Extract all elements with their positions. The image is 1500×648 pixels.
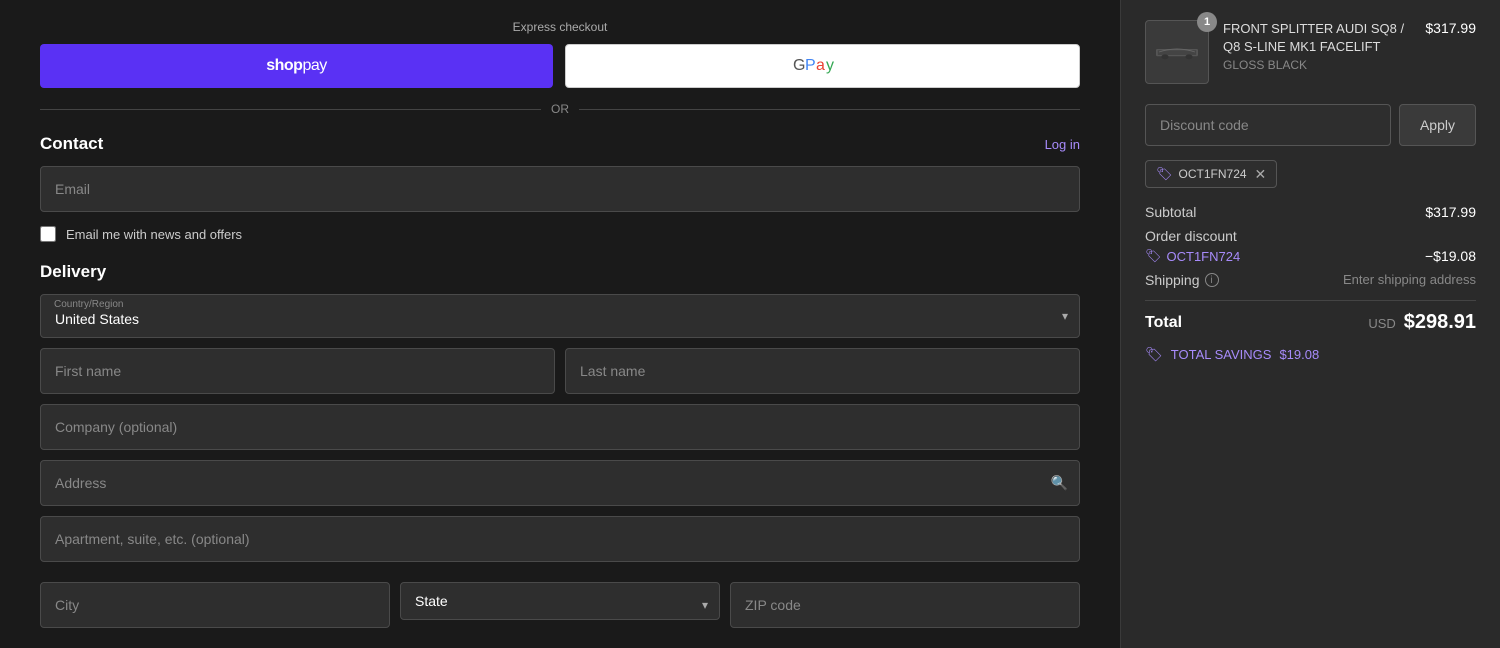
shoppay-logo: shoppay [266, 57, 327, 75]
product-price: $317.99 [1425, 20, 1476, 36]
name-row [40, 348, 1080, 394]
apartment-field[interactable] [40, 516, 1080, 562]
state-select-wrapper: State California New York Texas Florida … [400, 582, 720, 628]
newsletter-label: Email me with news and offers [66, 227, 242, 242]
product-info: FRONT SPLITTER AUDI SQ8 / Q8 S-LINE MK1 … [1223, 20, 1411, 72]
svg-text:P: P [805, 57, 816, 74]
product-row: 1 FRONT SPLITTER AUDI SQ8 / Q8 S-LINE MK… [1145, 20, 1476, 84]
svg-text:y: y [826, 57, 834, 74]
product-name: FRONT SPLITTER AUDI SQ8 / Q8 S-LINE MK1 … [1223, 20, 1411, 56]
zip-field[interactable] [730, 582, 1080, 628]
left-panel: Express checkout shoppay G P a y OR Cont… [0, 0, 1120, 648]
summary-divider [1145, 300, 1476, 301]
city-field[interactable] [40, 582, 390, 628]
total-value: $298.91 [1404, 311, 1476, 333]
order-discount-header: Order discount [1145, 228, 1476, 244]
newsletter-checkbox[interactable] [40, 226, 56, 242]
order-discount-section: Order discount 🏷 OCT1FN724 −$19.08 [1145, 228, 1476, 264]
discount-code-row: Apply [1145, 104, 1476, 146]
contact-title: Contact [40, 134, 103, 154]
shipping-info-icon[interactable]: i [1205, 273, 1219, 287]
discount-coupon-icon: 🏷 [1145, 248, 1162, 264]
country-select[interactable]: United States [40, 294, 1080, 338]
svg-text:G: G [793, 57, 805, 74]
contact-section-header: Contact Log in [40, 134, 1080, 154]
newsletter-row: Email me with news and offers [40, 226, 1080, 242]
svg-text:a: a [816, 57, 825, 74]
product-variant: GLOSS BLACK [1223, 58, 1411, 72]
discount-code-applied-row: 🏷 OCT1FN724 [1145, 248, 1240, 264]
coupon-tag: 🏷 OCT1FN724 ✕ [1145, 160, 1277, 188]
order-discount-value: −$19.08 [1425, 248, 1476, 264]
savings-label: TOTAL SAVINGS [1171, 347, 1272, 362]
coupon-remove-button[interactable]: ✕ [1255, 167, 1267, 181]
country-select-wrapper: Country/Region United States ▾ [40, 294, 1080, 338]
product-image [1145, 20, 1209, 84]
delivery-section-header: Delivery [40, 262, 1080, 282]
email-field[interactable] [40, 166, 1080, 212]
city-state-zip-row: State California New York Texas Florida … [40, 582, 1080, 628]
product-quantity-badge: 1 [1197, 12, 1217, 32]
apply-button[interactable]: Apply [1399, 104, 1476, 146]
or-divider: OR [40, 102, 1080, 116]
express-buttons-container: shoppay G P a y [40, 44, 1080, 88]
first-name-field[interactable] [40, 348, 555, 394]
savings-row: 🏷 TOTAL SAVINGS $19.08 [1145, 346, 1476, 363]
savings-icon: 🏷 [1145, 346, 1163, 363]
delivery-title: Delivery [40, 262, 106, 282]
coupon-code: OCT1FN724 [1179, 167, 1247, 181]
address-search-icon: 🔍 [1051, 475, 1068, 492]
shipping-row: Shipping i Enter shipping address [1145, 272, 1476, 288]
order-discount-label: Order discount [1145, 228, 1237, 244]
delivery-section: Delivery Country/Region United States ▾ … [40, 262, 1080, 628]
express-checkout-label: Express checkout [40, 20, 1080, 34]
total-label: Total [1145, 314, 1182, 332]
savings-value: $19.08 [1279, 347, 1319, 362]
gpay-button[interactable]: G P a y [565, 44, 1080, 88]
log-in-link[interactable]: Log in [1045, 137, 1080, 152]
total-value-group: USD $298.91 [1368, 311, 1476, 334]
shipping-value: Enter shipping address [1343, 272, 1476, 288]
address-wrapper: 🔍 [40, 460, 1080, 506]
subtotal-row: Subtotal $317.99 [1145, 204, 1476, 220]
coupon-tag-icon: 🏷 [1156, 166, 1173, 182]
shoppay-button[interactable]: shoppay [40, 44, 553, 88]
discount-code-input[interactable] [1145, 104, 1391, 146]
last-name-field[interactable] [565, 348, 1080, 394]
subtotal-value: $317.99 [1425, 204, 1476, 220]
total-currency: USD [1368, 316, 1395, 331]
total-row: Total USD $298.91 [1145, 311, 1476, 334]
gpay-logo: G P a y [793, 52, 853, 81]
shipping-label: Shipping i [1145, 272, 1219, 288]
discount-code-applied: OCT1FN724 [1167, 249, 1241, 264]
state-select[interactable]: State California New York Texas Florida [400, 582, 720, 620]
country-label: Country/Region [54, 299, 123, 310]
subtotal-label: Subtotal [1145, 204, 1196, 220]
right-panel: 1 FRONT SPLITTER AUDI SQ8 / Q8 S-LINE MK… [1120, 0, 1500, 648]
product-image-wrapper: 1 [1145, 20, 1209, 84]
company-field[interactable] [40, 404, 1080, 450]
address-field[interactable] [40, 460, 1080, 506]
